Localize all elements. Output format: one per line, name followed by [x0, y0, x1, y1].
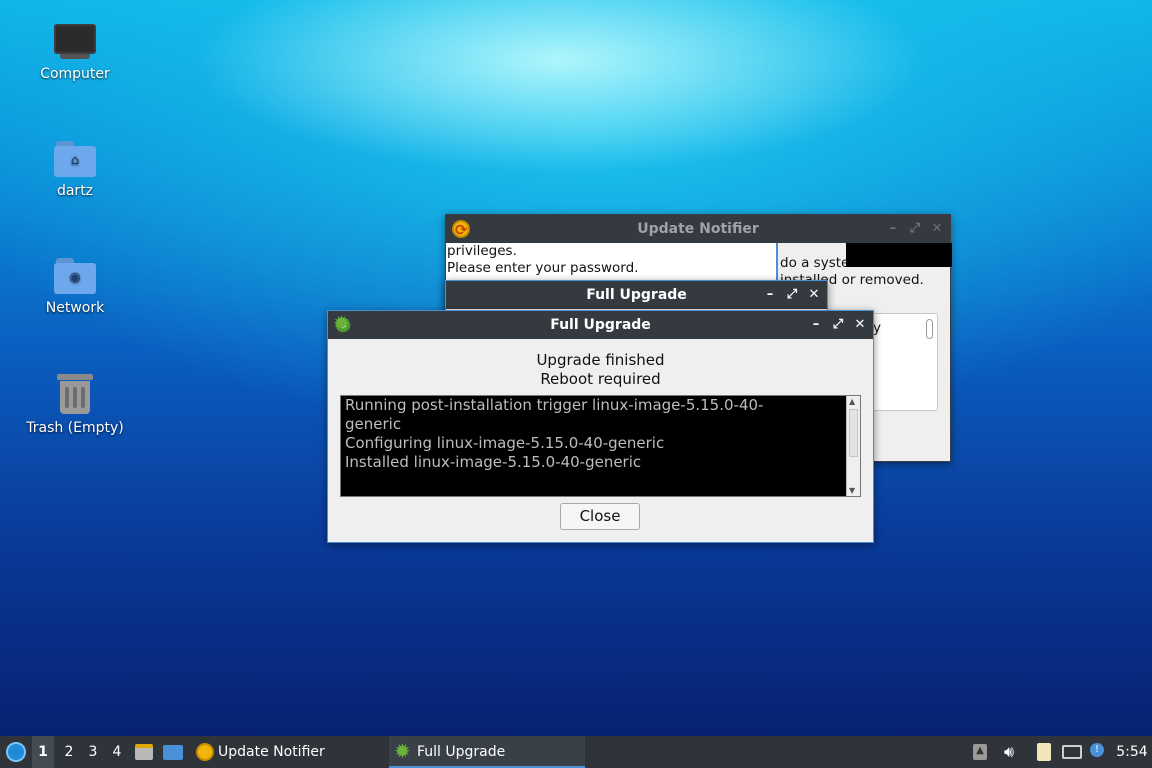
- close-button[interactable]: ✕: [926, 215, 948, 243]
- task-label: Update Notifier: [218, 744, 325, 760]
- log-line: generic: [345, 415, 402, 433]
- desktop-icon-computer[interactable]: Computer: [10, 24, 140, 82]
- computer-icon: [54, 24, 96, 60]
- clock[interactable]: 5:54: [1114, 736, 1150, 768]
- start-menu-button[interactable]: [4, 736, 28, 768]
- log-text: Running post-installation trigger linux-…: [345, 396, 845, 472]
- show-desktop-launcher[interactable]: [160, 736, 186, 768]
- desktop-icon-label: Trash (Empty): [26, 420, 124, 436]
- log-scrollbar[interactable]: ▲ ▼: [846, 396, 860, 496]
- dialog-text: privileges.: [447, 243, 517, 259]
- full-upgrade-titlebar[interactable]: Full Upgrade – ⤢ ✕: [328, 309, 873, 339]
- update-notifier-app-icon: [452, 216, 470, 244]
- list-scrollbar[interactable]: [926, 319, 933, 339]
- close-dialog-button[interactable]: Close: [560, 503, 640, 530]
- update-notifier-task-icon: [196, 743, 214, 761]
- dialog-text: Please enter your password.: [447, 260, 639, 276]
- task-label: Full Upgrade: [417, 744, 506, 760]
- black-overlay-artifact: [846, 243, 952, 267]
- scroll-down-arrow-icon[interactable]: ▼: [849, 486, 855, 495]
- clipboard-icon: [1037, 743, 1051, 761]
- desktop-icon-label: Network: [45, 300, 105, 316]
- minimize-button[interactable]: –: [759, 281, 781, 309]
- trash-icon: [57, 374, 93, 414]
- file-manager-icon: [135, 744, 153, 760]
- workspace-4[interactable]: 4: [106, 736, 128, 768]
- update-notifier-titlebar[interactable]: Update Notifier – ⤢ ✕: [446, 215, 950, 244]
- log-line: Configuring linux-image-5.15.0-40-generi…: [345, 434, 665, 452]
- task-full-upgrade[interactable]: ✹ Full Upgrade: [389, 736, 585, 768]
- volume-icon[interactable]: 🔊︎: [998, 736, 1020, 768]
- list-item: y: [873, 320, 881, 336]
- minimize-button[interactable]: –: [882, 215, 904, 243]
- upgrade-log[interactable]: Running post-installation trigger linux-…: [340, 395, 861, 497]
- maximize-button[interactable]: ⤢: [781, 281, 803, 309]
- desktop-icon-trash[interactable]: Trash (Empty): [10, 374, 140, 436]
- notification-icon: !: [1090, 743, 1104, 757]
- full-upgrade-window: Full Upgrade – ⤢ ✕ Upgrade finished Rebo…: [327, 309, 874, 543]
- close-button[interactable]: ✕: [849, 311, 871, 339]
- minimize-button[interactable]: –: [805, 311, 827, 339]
- tray-notification-icon[interactable]: !: [1088, 736, 1108, 768]
- desktop-icon-network[interactable]: ◉ Network: [10, 258, 140, 316]
- desktop-icon-label: Computer: [40, 66, 110, 82]
- desktop-icon: [163, 745, 183, 760]
- desktop-icon-label: dartz: [56, 183, 94, 199]
- full-upgrade-back-titlebar[interactable]: Full Upgrade – ⤢ ✕: [446, 281, 827, 309]
- log-line: Installed linux-image-5.15.0-40-generic: [345, 453, 642, 471]
- tray-updates-icon[interactable]: ▲: [970, 736, 990, 768]
- scroll-up-arrow-icon[interactable]: ▲: [849, 397, 855, 406]
- lubuntu-logo-icon: [6, 742, 26, 762]
- window-title: Full Upgrade: [550, 317, 651, 333]
- workspace-2[interactable]: 2: [58, 736, 80, 768]
- gear-icon: [333, 309, 352, 337]
- workspace-1[interactable]: 1: [32, 736, 54, 768]
- log-line: Running post-installation trigger linux-…: [345, 396, 764, 414]
- close-button[interactable]: ✕: [803, 281, 825, 309]
- maximize-button[interactable]: ⤢: [904, 215, 926, 243]
- window-title: Update Notifier: [637, 221, 759, 237]
- tray-clipboard-icon[interactable]: [1034, 736, 1054, 768]
- password-dialog-remnant: privileges. Please enter your password.: [446, 243, 778, 283]
- workspace-3[interactable]: 3: [82, 736, 104, 768]
- taskbar: 1 2 3 4 Update Notifier ✹ Full Upgrade ▲…: [0, 736, 1152, 768]
- scrollbar-thumb[interactable]: [849, 409, 858, 457]
- update-arrow-icon: ▲: [973, 744, 987, 760]
- window-title: Full Upgrade: [586, 287, 687, 303]
- status-line: Reboot required: [540, 370, 661, 388]
- gear-task-icon: ✹: [394, 739, 411, 763]
- network-folder-icon: ◉: [54, 258, 96, 294]
- task-update-notifier[interactable]: Update Notifier: [192, 736, 384, 768]
- network-icon: [1062, 745, 1082, 759]
- tray-network-icon[interactable]: [1060, 736, 1084, 768]
- desktop-icon-home-folder[interactable]: ⌂ dartz: [10, 141, 140, 199]
- home-folder-icon: ⌂: [54, 141, 96, 177]
- notifier-list[interactable]: y: [872, 313, 938, 411]
- file-manager-launcher[interactable]: [132, 736, 156, 768]
- status-line: Upgrade finished: [536, 351, 665, 369]
- upgrade-status: Upgrade finished Reboot required: [328, 351, 873, 389]
- maximize-button[interactable]: ⤢: [827, 311, 849, 339]
- full-upgrade-back-window: Full Upgrade – ⤢ ✕: [445, 280, 828, 312]
